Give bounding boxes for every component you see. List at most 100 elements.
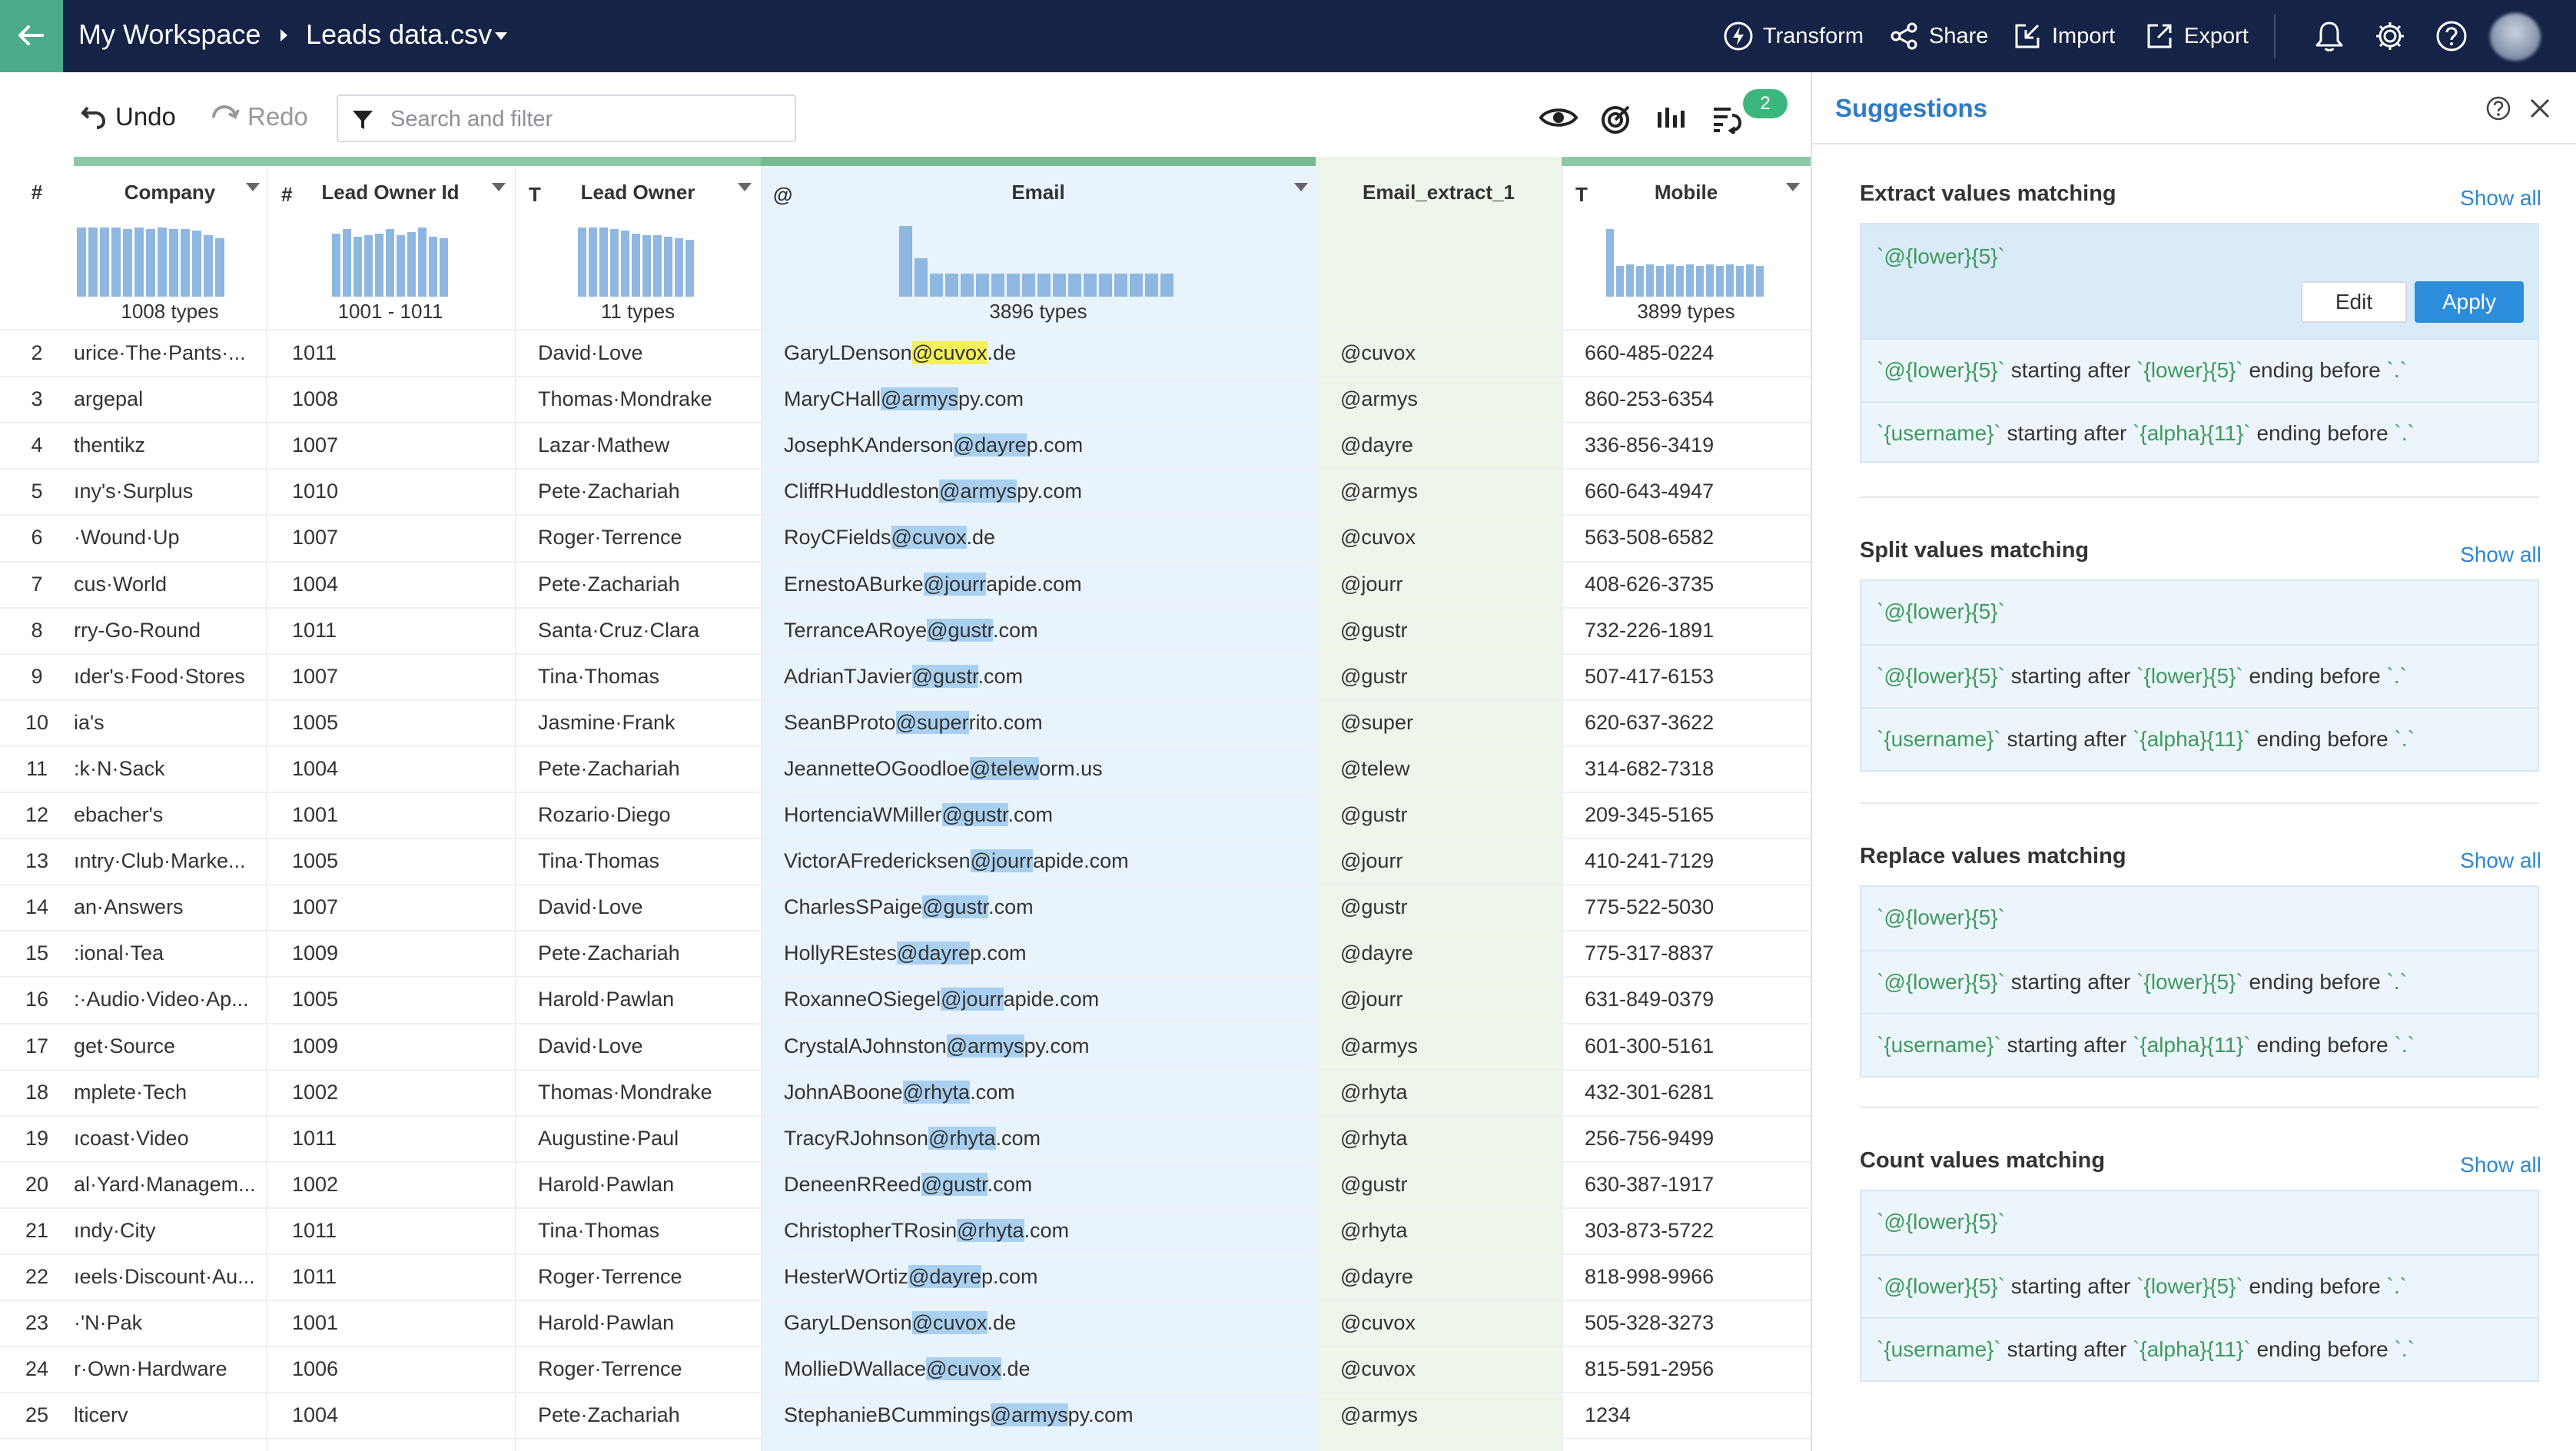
column-header-mobile[interactable]: Mobile [1562, 166, 1811, 218]
cell-lead-owner-id[interactable]: 1001 [292, 1311, 507, 1335]
show-all-extract-link[interactable]: Show all [2460, 186, 2541, 211]
histogram-mobile[interactable] [1606, 224, 1766, 297]
cell-company[interactable]: r·Own·Hardware [74, 1357, 258, 1381]
cell-email-extract[interactable]: @gustr [1340, 619, 1555, 642]
cell-email[interactable]: GaryLDenson@cuvox.de [784, 1311, 1306, 1335]
search-input[interactable] [389, 105, 776, 133]
cell-company[interactable]: ıeels·Discount·Au... [74, 1265, 258, 1289]
suggestion-row[interactable]: `@{lower}{5}` starting after `{lower}{5}… [1861, 644, 2538, 709]
suggestion-row[interactable]: `{username}` starting after `{alpha}{11}… [1861, 707, 2538, 772]
cell-email[interactable]: ErnestoABurke@jourrapide.com [784, 572, 1306, 596]
cell-email[interactable]: TerranceARoye@gustr.com [784, 618, 1306, 642]
suggestion-row[interactable]: `@{lower}{5}` [1861, 1191, 2538, 1254]
cell-email-extract[interactable]: @cuvox [1340, 1357, 1555, 1381]
bell-icon[interactable] [2313, 19, 2345, 53]
cell-mobile[interactable]: 256-756-9499 [1585, 1127, 1808, 1151]
column-menu-caret[interactable] [738, 183, 752, 191]
cell-mobile[interactable]: 775-317-8837 [1585, 941, 1808, 965]
cell-company[interactable]: al·Yard·Managem... [74, 1173, 258, 1197]
search-filter-box[interactable] [337, 95, 796, 142]
cell-email[interactable]: CharlesSPaige@gustr.com [784, 895, 1306, 919]
apply-button[interactable]: Apply [2415, 281, 2524, 323]
cell-mobile[interactable]: 408-626-3735 [1585, 573, 1808, 596]
histogram-email[interactable] [899, 224, 1179, 297]
cell-email-extract[interactable]: @jourr [1340, 849, 1555, 873]
cell-email[interactable]: AdrianTJavier@gustr.com [784, 664, 1306, 689]
cell-lead-owner[interactable]: Tina·Thomas [538, 1219, 753, 1243]
cell-email-extract[interactable]: @super [1340, 711, 1555, 735]
cell-email-extract[interactable]: @gustr [1340, 1173, 1555, 1197]
cell-mobile[interactable]: 336-856-3419 [1585, 433, 1808, 457]
cell-company[interactable]: ebacher's [74, 803, 258, 827]
cell-email-extract[interactable]: @cuvox [1340, 341, 1555, 365]
cell-email-extract[interactable]: @telew [1340, 757, 1555, 781]
cell-mobile[interactable]: 818-998-9966 [1585, 1265, 1808, 1289]
cell-mobile[interactable]: 314-682-7318 [1585, 757, 1808, 781]
cell-mobile[interactable]: 505-328-3273 [1585, 1311, 1808, 1335]
cell-lead-owner[interactable]: Roger·Terrence [538, 1357, 753, 1381]
cell-mobile[interactable]: 303-873-5722 [1585, 1219, 1808, 1243]
cell-email[interactable]: MollieDWallace@cuvox.de [784, 1357, 1306, 1381]
cell-mobile[interactable]: 860-253-6354 [1585, 387, 1808, 411]
help-icon[interactable] [2485, 95, 2511, 121]
cell-lead-owner-id[interactable]: 1008 [292, 387, 507, 411]
cell-lead-owner[interactable]: David·Love [538, 1034, 753, 1058]
cell-lead-owner-id[interactable]: 1010 [292, 480, 507, 503]
cell-email-extract[interactable]: @dayre [1340, 941, 1555, 965]
cell-email[interactable]: CrystalAJohnston@armyspy.com [784, 1034, 1306, 1058]
cell-company[interactable]: ıntry·Club·Marke... [74, 849, 258, 873]
cell-lead-owner[interactable]: Pete·Zachariah [538, 480, 753, 503]
cell-lead-owner[interactable]: Roger·Terrence [538, 526, 753, 550]
cell-mobile[interactable]: 432-301-6281 [1585, 1081, 1808, 1104]
cell-company[interactable]: :k·N·Sack [74, 757, 258, 781]
cell-email-extract[interactable]: @cuvox [1340, 1311, 1555, 1335]
dropdown-icon[interactable] [494, 32, 508, 41]
cell-mobile[interactable]: 1234 [1585, 1403, 1808, 1427]
cell-lead-owner[interactable]: Tina·Thomas [538, 849, 753, 873]
cell-email-extract[interactable]: @armys [1340, 387, 1555, 411]
suggestion-row[interactable]: `@{lower}{5}` starting after `{lower}{5}… [1861, 950, 2538, 1014]
redo-button[interactable]: Redo [209, 101, 308, 132]
cell-email[interactable]: MaryCHall@armyspy.com [784, 387, 1306, 411]
cell-lead-owner[interactable]: Pete·Zachariah [538, 1403, 753, 1427]
cell-email-extract[interactable]: @rhyta [1340, 1219, 1555, 1243]
suggestion-row[interactable]: `@{lower}{5}` starting after `{lower}{5}… [1861, 338, 2538, 403]
help-icon[interactable] [2435, 19, 2468, 53]
cell-mobile[interactable]: 209-345-5165 [1585, 803, 1808, 827]
cell-email[interactable]: JosephKAnderson@dayrep.com [784, 433, 1306, 457]
cell-company[interactable]: an·Answers [74, 895, 258, 919]
cell-lead-owner[interactable]: Harold·Pawlan [538, 988, 753, 1011]
cell-lead-owner[interactable]: Thomas·Mondrake [538, 387, 753, 411]
cell-lead-owner-id[interactable]: 1006 [292, 1357, 507, 1381]
cell-mobile[interactable]: 815-591-2956 [1585, 1357, 1808, 1381]
cell-lead-owner-id[interactable]: 1011 [292, 1219, 507, 1243]
cell-lead-owner[interactable]: Pete·Zachariah [538, 573, 753, 596]
suggestion-row[interactable]: `{username}` starting after `{alpha}{11}… [1861, 1317, 2538, 1382]
column-header-email-extract[interactable]: Email_extract_1 [1316, 166, 1562, 218]
cell-email-extract[interactable]: @jourr [1340, 573, 1555, 596]
cell-email-extract[interactable]: @rhyta [1340, 1127, 1555, 1151]
column-header-company[interactable]: Company [74, 166, 266, 218]
suggestion-row[interactable]: `@{lower}{5}` starting after `{lower}{5}… [1861, 1254, 2538, 1319]
cell-email[interactable]: VictorAFredericksen@jourrapide.com [784, 849, 1306, 873]
cell-email-extract[interactable]: @gustr [1340, 665, 1555, 689]
cell-email-extract[interactable]: @gustr [1340, 803, 1555, 827]
cell-company[interactable]: mplete·Tech [74, 1081, 258, 1104]
cell-email-extract[interactable]: @dayre [1340, 433, 1555, 457]
close-icon[interactable] [2528, 97, 2551, 120]
cell-lead-owner[interactable]: Harold·Pawlan [538, 1173, 753, 1197]
share-button[interactable]: Share [1889, 18, 1988, 54]
cell-lead-owner-id[interactable]: 1005 [292, 849, 507, 873]
show-all-split-link[interactable]: Show all [2460, 543, 2541, 567]
cell-lead-owner[interactable]: Pete·Zachariah [538, 757, 753, 781]
cell-lead-owner-id[interactable]: 1002 [292, 1173, 507, 1197]
cell-email[interactable]: RoyCFields@cuvox.de [784, 526, 1306, 550]
undo-button[interactable]: Undo [80, 101, 176, 132]
histogram-company[interactable] [77, 224, 227, 297]
column-menu-caret[interactable] [1786, 183, 1800, 191]
cell-lead-owner[interactable]: Jasmine·Frank [538, 711, 753, 735]
cell-email[interactable]: CliffRHuddleston@armyspy.com [784, 480, 1306, 503]
column-header-lead-owner[interactable]: Lead Owner [515, 166, 761, 218]
cell-email[interactable]: JohnABoone@rhyta.com [784, 1080, 1306, 1104]
cell-company[interactable]: thentikz [74, 433, 258, 457]
